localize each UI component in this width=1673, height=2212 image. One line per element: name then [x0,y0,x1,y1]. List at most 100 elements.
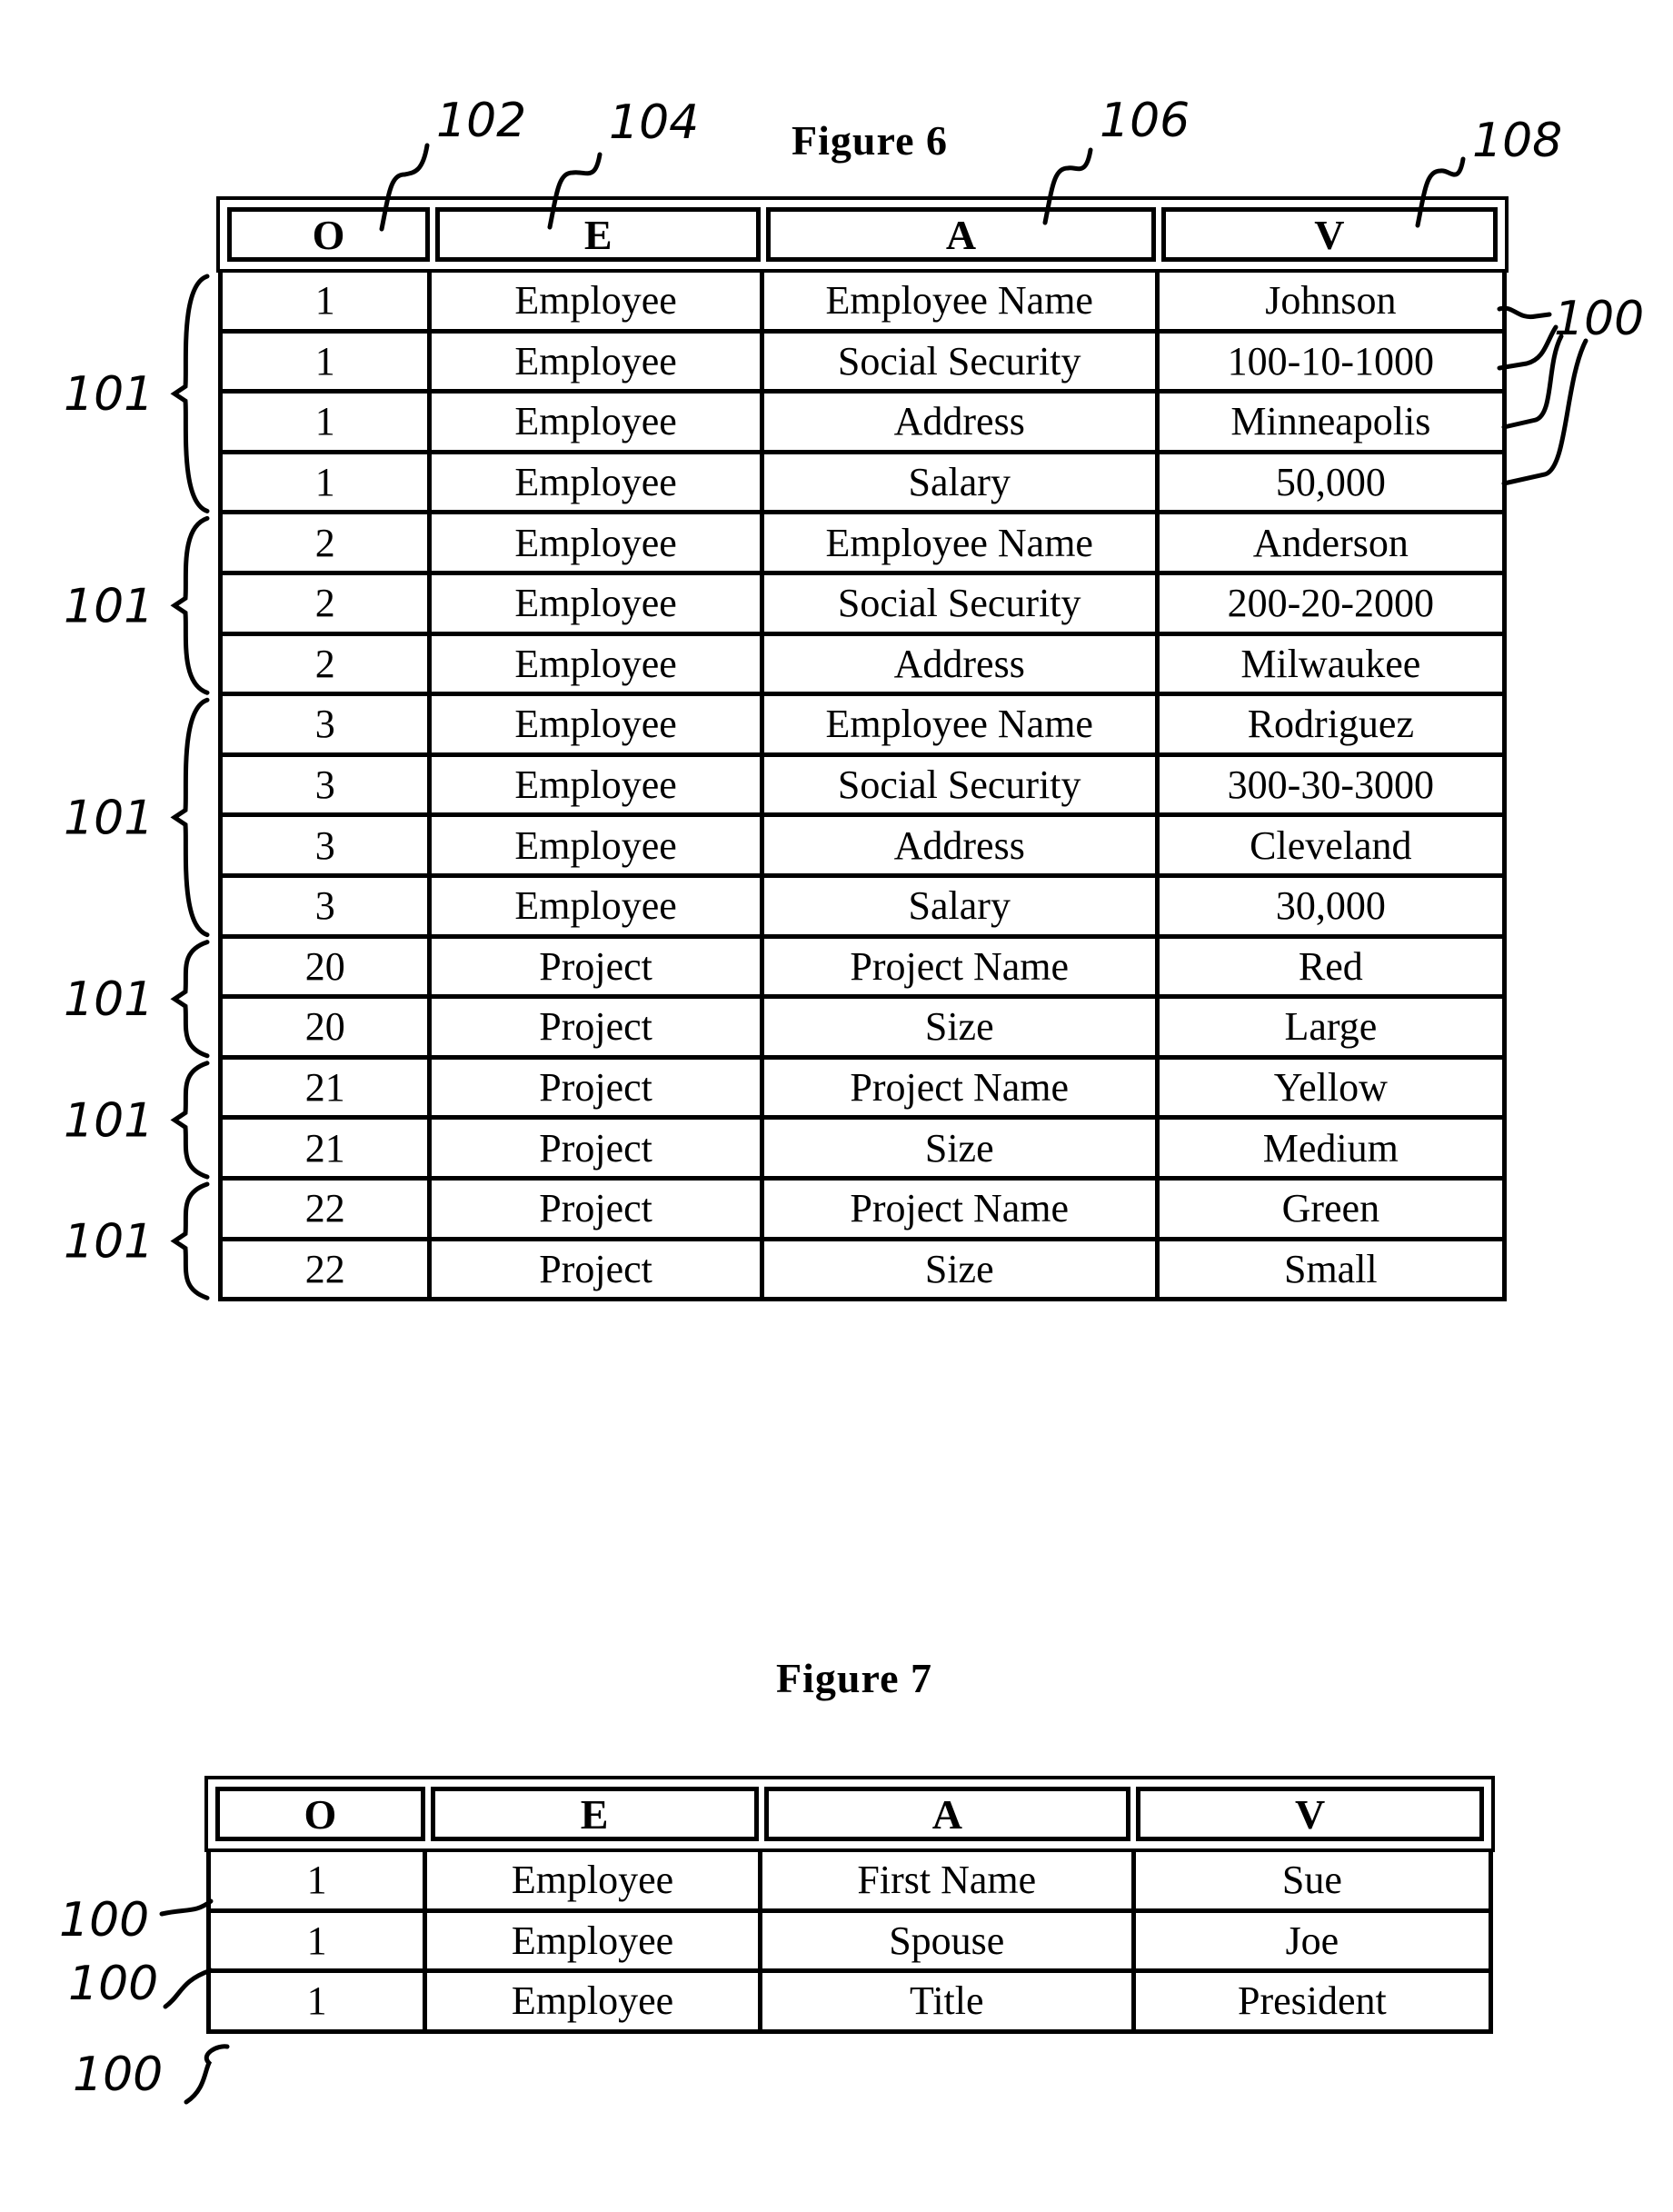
group-ref-label-101: 101 [64,367,154,422]
row-ref-leader [159,1898,214,1917]
figure-7-table-body: 1 Employee First Name Sue 1 Employee Spouse Joe… [206,1852,1493,2034]
row-ref-leader [1497,324,1558,371]
cell-attribute: Address [764,817,1160,873]
cell-object-id: 22 [223,1180,433,1237]
cell-value: 100-10-1000 [1227,338,1434,384]
cell-object-id: 21 [223,1120,433,1176]
column-header-entity: E [435,207,762,262]
column-ref-label-108: 108 [1472,114,1562,168]
cell-value: 30,000 [1275,883,1386,929]
table-row: 3 Employee Employee Name Rodriguez [223,696,1502,757]
cell-value: Minneapolis [1230,399,1431,444]
table-row: 3 Employee Salary 30,000 [223,877,1502,939]
table-row: 21 Project Size Medium [223,1120,1502,1181]
cell-entity: Employee [432,696,764,752]
table-row: 3 Employee Address Cleveland [223,817,1502,878]
group-brace [170,1181,210,1300]
cell-attribute: Size [764,1241,1160,1298]
cell-object-id: 1 [223,273,433,329]
cell-entity: Employee [432,635,764,692]
cell-object-id: 2 [223,514,433,571]
table-row: 2 Employee Address Milwaukee [223,635,1502,697]
table-row: 1 Employee Address Minneapolis [223,394,1502,454]
group-brace [170,515,210,695]
cell-object-id: 1 [223,333,433,390]
cell-object-id: 1 [211,1912,428,1969]
cell-value: Medium [1262,1125,1399,1171]
cell-object-id: 2 [223,635,433,692]
cell-object-id: 21 [223,1059,433,1116]
table-row: 21 Project Project Name Yellow [223,1059,1502,1121]
cell-entity: Employee [432,453,764,511]
cell-entity: Project [432,938,764,995]
cell-object-id: 20 [223,938,433,995]
cell-value: Sue [1281,1858,1342,1903]
column-ref-label-102: 102 [436,94,526,148]
row-ref-leader [1497,305,1552,320]
cell-value: 50,000 [1275,460,1386,505]
group-ref-label-101: 101 [64,972,154,1027]
table-row: 20 Project Size Large [223,999,1502,1060]
column-header-attribute: A [766,207,1156,262]
cell-value: 300-30-3000 [1227,762,1434,808]
column-header-attribute: A [763,1787,1131,1841]
figure-6-header-row: OEAV [216,196,1509,273]
cell-attribute: Spouse [762,1912,1136,1969]
cell-attribute: Social Security [764,333,1160,390]
cell-entity: Employee [427,1852,762,1908]
group-brace [170,940,210,1059]
column-header-object-id: O [227,207,431,262]
cell-attribute: Size [764,999,1160,1055]
row-ref-leader [1501,334,1564,430]
cell-entity: Employee [432,273,764,329]
cell-object-id: 2 [223,574,433,632]
cell-attribute: First Name [762,1852,1136,1908]
cell-object-id: 20 [223,999,433,1055]
cell-value: President [1238,1978,1387,2024]
cell-entity: Employee [432,756,764,813]
cell-value: Large [1284,1004,1378,1050]
group-ref-label-101: 101 [64,791,154,845]
cell-entity: Project [432,1241,764,1298]
cell-attribute: Salary [764,453,1160,511]
cell-entity: Project [432,1120,764,1176]
cell-attribute: Address [764,635,1160,692]
table-row: 2 Employee Social Security 200-20-2000 [223,574,1502,636]
cell-attribute: Salary [764,877,1160,934]
column-header-value: V [1160,207,1498,262]
cell-entity: Employee [427,1912,762,1969]
figure-6-table-body: 1 Employee Employee Name Johnson 1 Employee So… [218,273,1507,1302]
cell-attribute: Employee Name [764,514,1160,571]
row-ref-leader [163,1968,214,2009]
cell-entity: Employee [432,817,764,873]
cell-value: Milwaukee [1240,641,1421,686]
group-brace [170,1061,210,1180]
cell-object-id: 3 [223,877,433,934]
cell-attribute: Social Security [764,574,1160,632]
row-ref-leader [1501,338,1588,486]
cell-attribute: Project Name [764,938,1160,995]
cell-object-id: 1 [223,394,433,450]
cell-value: Johnson [1265,278,1397,324]
cell-attribute: Employee Name [764,273,1160,329]
cell-value: Green [1281,1186,1380,1231]
group-brace [170,697,210,938]
cell-attribute: Project Name [764,1180,1160,1237]
cell-entity: Project [432,1059,764,1116]
row-ref-label-100: 100 [1554,292,1644,346]
row-ref-label-100: 100 [73,2048,163,2102]
cell-entity: Employee [432,394,764,450]
table-row: 1 Employee Spouse Joe [211,1912,1489,1974]
cell-object-id: 3 [223,696,433,752]
cell-object-id: 3 [223,817,433,873]
table-row: 1 Employee Salary 50,000 [223,453,1502,515]
table-row: 3 Employee Social Security 300-30-3000 [223,756,1502,818]
table-row: 22 Project Project Name Green [223,1180,1502,1241]
cell-entity: Project [432,1180,764,1237]
table-row: 1 Employee Title President [211,1973,1489,2034]
cell-value: Cleveland [1250,822,1412,868]
figure-6-title: Figure 6 [792,117,948,164]
cell-value: Rodriguez [1247,702,1414,747]
table-row: 1 Employee Social Security 100-10-1000 [223,333,1502,394]
cell-value: Small [1283,1246,1378,1291]
